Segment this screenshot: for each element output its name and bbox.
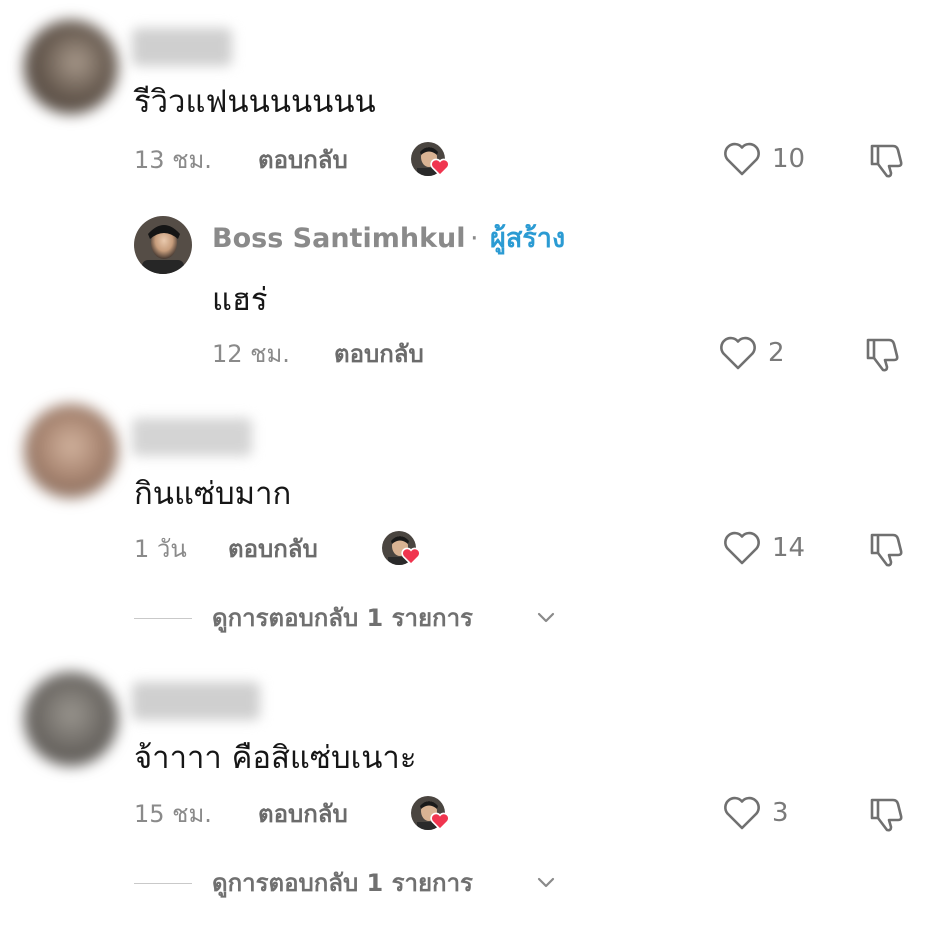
view-replies-label: ดูการตอบกลับ 1 รายการ bbox=[212, 869, 473, 897]
view-replies-toggle[interactable]: ดูการตอบกลับ 1 รายการ bbox=[134, 867, 564, 899]
divider-line bbox=[134, 618, 192, 619]
divider-line bbox=[134, 883, 192, 884]
chevron-down-icon bbox=[537, 877, 555, 888]
heart-icon bbox=[430, 812, 450, 830]
thumbs-down-outline-icon[interactable] bbox=[862, 334, 902, 374]
commenter-avatar[interactable] bbox=[24, 672, 118, 766]
like-button[interactable]: 2 bbox=[718, 334, 798, 374]
comment-time: 15 ชม. bbox=[134, 800, 212, 828]
creator-name[interactable]: Boss Santimhkul bbox=[212, 221, 466, 257]
view-replies-label: ดูการตอบกลับ 1 รายการ bbox=[212, 604, 473, 632]
view-replies-toggle[interactable]: ดูการตอบกลับ 1 รายการ bbox=[134, 602, 564, 634]
heart-icon bbox=[430, 158, 450, 176]
comment-text: กินแซ่บมาก bbox=[134, 476, 292, 512]
commenter-avatar[interactable] bbox=[24, 20, 118, 114]
heart-outline-icon bbox=[720, 336, 756, 370]
liked-by-creator-badge bbox=[411, 796, 450, 832]
creator-avatar[interactable] bbox=[134, 216, 192, 274]
creator-badge: ผู้สร้าง bbox=[490, 223, 566, 254]
reply-button[interactable]: ตอบกลับ bbox=[258, 798, 348, 830]
like-button[interactable]: 3 bbox=[722, 794, 802, 834]
like-count: 14 bbox=[772, 533, 806, 563]
reply-button[interactable]: ตอบกลับ bbox=[334, 338, 424, 370]
thumbs-down-outline-icon[interactable] bbox=[866, 794, 906, 834]
heart-outline-icon bbox=[724, 796, 760, 830]
liked-by-creator-badge bbox=[411, 142, 450, 178]
comment-time: 13 ชม. bbox=[134, 146, 212, 174]
comment-thread: รีวิวแฟนนนนนนน 13 ชม. ตอบกลับ 10 Boss Sa… bbox=[0, 0, 944, 925]
commenter-name-blurred[interactable] bbox=[132, 28, 232, 66]
reply-time: 12 ชม. bbox=[212, 340, 290, 368]
like-button[interactable]: 10 bbox=[722, 140, 812, 180]
commenter-name-blurred[interactable] bbox=[132, 418, 252, 456]
comment-time: 1 วัน bbox=[134, 535, 187, 563]
heart-outline-icon bbox=[724, 142, 760, 176]
thumbs-down-outline-icon[interactable] bbox=[866, 140, 906, 180]
name-separator: · bbox=[470, 223, 479, 254]
commenter-avatar[interactable] bbox=[24, 404, 118, 498]
commenter-name-blurred[interactable] bbox=[132, 682, 260, 720]
reply-text: แฮร่ bbox=[212, 282, 268, 318]
heart-outline-icon bbox=[724, 531, 760, 565]
chevron-down-icon bbox=[537, 612, 555, 623]
reply-button[interactable]: ตอบกลับ bbox=[228, 533, 318, 565]
reply-button[interactable]: ตอบกลับ bbox=[258, 144, 348, 176]
like-button[interactable]: 14 bbox=[722, 529, 812, 569]
like-count: 2 bbox=[768, 338, 785, 368]
like-count: 10 bbox=[772, 144, 806, 174]
comment-text: จ้าาาา คือสิแซ่บเนาะ bbox=[134, 740, 417, 776]
heart-icon bbox=[401, 547, 421, 565]
liked-by-creator-badge bbox=[382, 531, 421, 567]
thumbs-down-outline-icon[interactable] bbox=[866, 529, 906, 569]
like-count: 3 bbox=[772, 798, 789, 828]
comment-text: รีวิวแฟนนนนนนน bbox=[134, 84, 376, 120]
